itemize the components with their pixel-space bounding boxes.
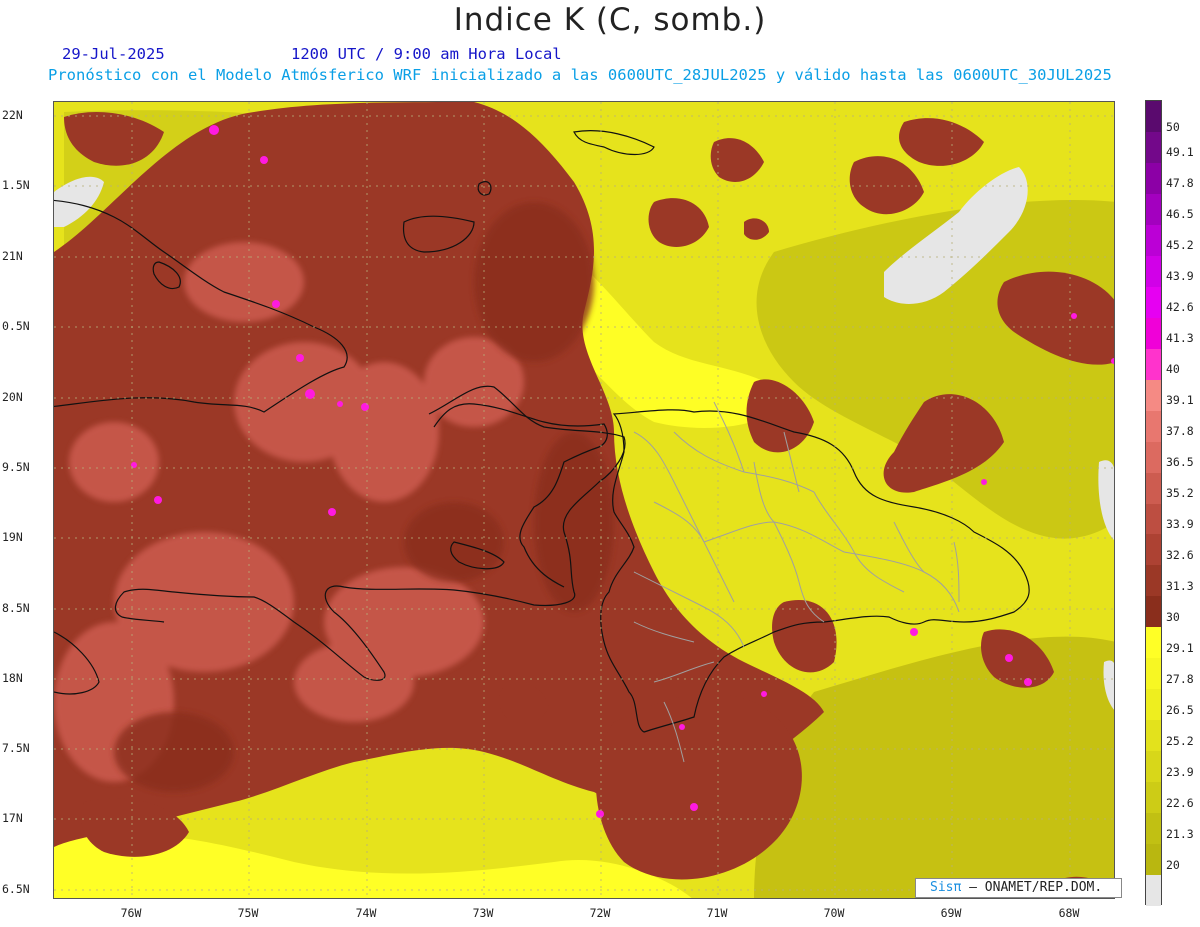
colorbar-label: 45.2 — [1166, 238, 1194, 253]
lon-label: 68W — [1058, 906, 1080, 920]
forecast-date: 29-Jul-2025 — [62, 45, 165, 63]
lon-label: 71W — [706, 906, 728, 920]
colorbar-label: 43.9 — [1166, 269, 1194, 284]
map-title: Indice K (C, somb.) — [453, 2, 767, 38]
lat-label: 17N — [2, 811, 23, 825]
lat-label: 18N — [2, 671, 23, 685]
colorbar-label: 40 — [1166, 362, 1180, 377]
k-index-map — [53, 101, 1115, 899]
colorbar-segment — [1146, 782, 1161, 814]
lat-label: 20N — [2, 390, 23, 404]
colorbar-segment — [1146, 162, 1161, 195]
colorbar-label: 30 — [1166, 609, 1180, 624]
lat-label: 21N — [2, 249, 23, 263]
colorbar-label: 49.1 — [1166, 145, 1194, 160]
colorbar-segment — [1146, 410, 1161, 443]
colorbar-label: 21.3 — [1166, 826, 1194, 841]
colorbar-segment — [1146, 813, 1161, 845]
colorbar-label: 20 — [1166, 857, 1180, 872]
valid-time: 1200 UTC / 9:00 am Hora Local — [291, 45, 562, 63]
colorbar-segment — [1146, 689, 1161, 721]
credit-org: – ONAMET/REP.DOM. — [969, 880, 1103, 895]
colorbar-label: 41.3 — [1166, 331, 1194, 346]
colorbar-segment — [1146, 131, 1161, 164]
colorbar-segment — [1146, 875, 1161, 907]
lat-label: 6.5N — [2, 882, 30, 896]
colorbar-label: 26.5 — [1166, 702, 1194, 717]
colorbar-label: 23.9 — [1166, 764, 1194, 779]
lat-label: 8.5N — [2, 601, 30, 615]
colorbar-segment — [1146, 627, 1161, 659]
colorbar-label: 46.5 — [1166, 207, 1194, 222]
colorbar-label: 50 — [1166, 120, 1180, 135]
lat-label: 0.5N — [2, 319, 30, 333]
colorbar-segment — [1146, 596, 1161, 628]
colorbar-label: 32.6 — [1166, 547, 1194, 562]
lon-label: 74W — [355, 906, 377, 920]
colorbar-segment — [1146, 348, 1161, 381]
lon-label: 76W — [120, 906, 142, 920]
colorbar-segment — [1146, 503, 1161, 535]
forecast-info: Pronóstico con el Modelo Atmósferico WRF… — [48, 66, 1112, 84]
colorbar — [1145, 100, 1162, 907]
colorbar-segment — [1146, 844, 1161, 876]
colorbar-label: 31.3 — [1166, 578, 1194, 593]
lon-label: 72W — [589, 906, 611, 920]
colorbar-segment — [1146, 658, 1161, 690]
lat-label: 1.5N — [2, 178, 30, 192]
colorbar-segment — [1146, 379, 1161, 412]
colorbar-segment — [1146, 317, 1161, 350]
credit-box: Sisπ – ONAMET/REP.DOM. — [915, 878, 1122, 898]
map-canvas — [54, 102, 1114, 898]
lat-label: 9.5N — [2, 460, 30, 474]
colorbar-segment — [1146, 101, 1161, 133]
colorbar-segment — [1146, 472, 1161, 504]
lat-label: 19N — [2, 530, 23, 544]
lon-label: 73W — [472, 906, 494, 920]
colorbar-label: 35.2 — [1166, 486, 1194, 501]
colorbar-label: 36.5 — [1166, 455, 1194, 470]
colorbar-label: 22.6 — [1166, 795, 1194, 810]
colorbar-segment — [1146, 193, 1161, 226]
colorbar-label: 33.9 — [1166, 516, 1194, 531]
colorbar-segment — [1146, 224, 1161, 257]
colorbar-label: 27.8 — [1166, 671, 1194, 686]
lon-label: 69W — [940, 906, 962, 920]
colorbar-label: 37.8 — [1166, 424, 1194, 439]
lat-label: 22N — [2, 108, 23, 122]
lat-label: 7.5N — [2, 741, 30, 755]
colorbar-segment — [1146, 286, 1161, 319]
colorbar-segment — [1146, 255, 1161, 288]
colorbar-label: 47.8 — [1166, 176, 1194, 191]
credit-logo-text: Sisπ — [930, 880, 962, 895]
colorbar-label: 25.2 — [1166, 733, 1194, 748]
lon-label: 70W — [823, 906, 845, 920]
colorbar-segment — [1146, 441, 1161, 474]
lon-label: 75W — [237, 906, 259, 920]
colorbar-segment — [1146, 534, 1161, 566]
colorbar-segment — [1146, 720, 1161, 752]
colorbar-label: 39.1 — [1166, 393, 1194, 408]
colorbar-segment — [1146, 751, 1161, 783]
colorbar-label: 29.1 — [1166, 640, 1194, 655]
colorbar-segment — [1146, 565, 1161, 597]
colorbar-label: 42.6 — [1166, 300, 1194, 315]
